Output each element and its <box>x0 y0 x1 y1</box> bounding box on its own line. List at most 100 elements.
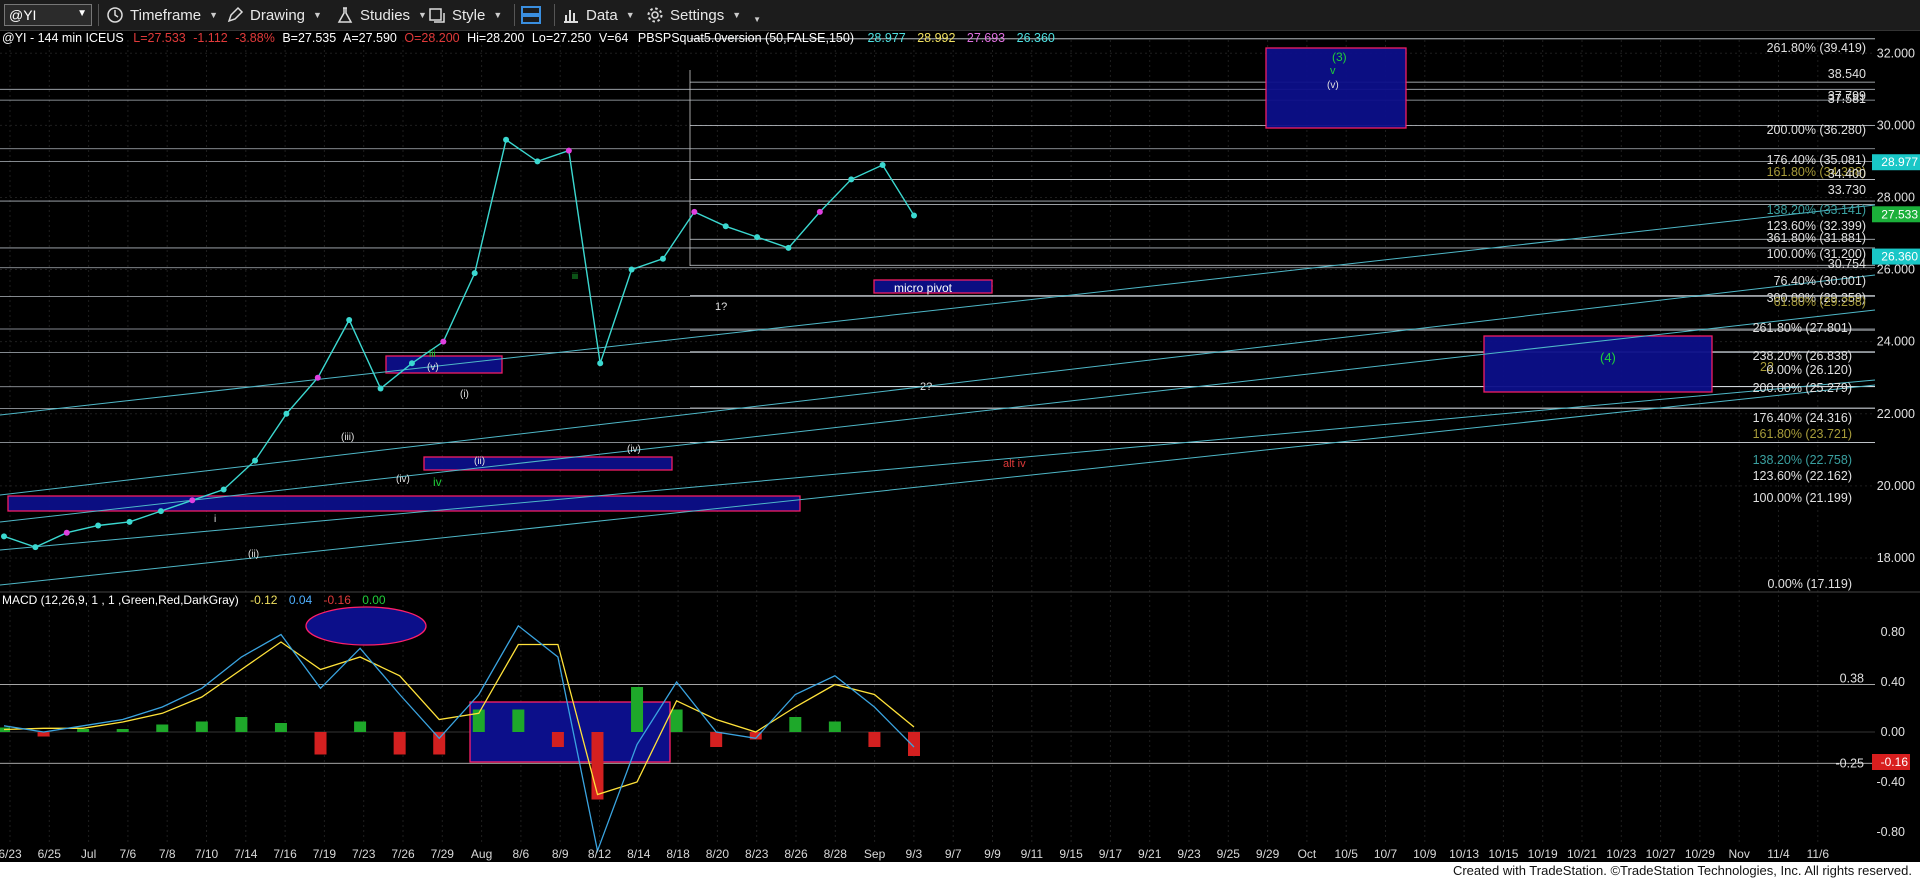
price-point <box>754 234 761 241</box>
macd-histogram-bar <box>354 721 367 732</box>
fib-label: 37.581 <box>1828 92 1866 106</box>
date-tick-label: 9/3 <box>906 847 923 861</box>
data-menu[interactable]: Data ▼ <box>562 3 635 27</box>
studies-menu[interactable]: Studies ▼ <box>336 3 427 27</box>
caret-down-icon: ▼ <box>732 10 742 20</box>
fib-label: 138.20% (22.758) <box>1753 453 1852 467</box>
price-point <box>189 497 196 504</box>
price-tag-last: 27.533 <box>1881 207 1918 221</box>
price-point <box>597 360 604 367</box>
date-tick-label: 10/7 <box>1374 847 1398 861</box>
drawing-menu[interactable]: Drawing ▼ <box>226 3 322 27</box>
layout-button[interactable] <box>520 3 548 27</box>
symbol-value: @YI <box>9 7 37 23</box>
price-point <box>785 244 792 251</box>
price-tick-label: 28.000 <box>1877 190 1915 204</box>
last-price: L=27.533 <box>133 31 186 45</box>
pct-change: -3.88% <box>235 31 275 45</box>
fib-label: 261.80% (27.801) <box>1753 321 1852 335</box>
study-name: PBSPSquat5.0version (50,FALSE,150) <box>638 31 854 45</box>
settings-label: Settings <box>670 6 725 24</box>
chevron-down-icon[interactable]: ▼ <box>77 8 87 19</box>
date-tick-label: 8/20 <box>706 847 730 861</box>
toolbar-divider <box>514 4 515 26</box>
wave-i-paren-label: (i) <box>460 389 469 400</box>
price-tick-label: 30.000 <box>1877 118 1915 132</box>
wave-1q-label: 1? <box>715 301 727 313</box>
price-point <box>848 176 855 183</box>
price-point <box>346 317 353 324</box>
macd-histogram-bar <box>908 732 920 756</box>
fib-label: 176.40% (24.316) <box>1753 411 1852 425</box>
open: O=28.200 <box>404 31 459 45</box>
price-tag-study: 28.977 <box>1881 155 1918 169</box>
macd-histogram-bar <box>828 721 841 732</box>
macd-highlight-ellipse <box>305 606 427 646</box>
toolbar-divider <box>554 4 555 26</box>
macd-histogram-bar <box>591 732 604 800</box>
date-tick-label: 9/21 <box>1138 847 1162 861</box>
date-tick-label: 7/29 <box>431 847 455 861</box>
date-tick-label: 10/5 <box>1335 847 1359 861</box>
date-tick-label: 8/23 <box>745 847 769 861</box>
price-tag-study-2: 26.360 <box>1881 250 1918 264</box>
macd-level-label: -0.25 <box>1836 756 1865 770</box>
low: Lo=27.250 <box>532 31 591 45</box>
wave-ii-paren-label: (ii) <box>474 456 485 467</box>
date-tick-label: 7/26 <box>391 847 415 861</box>
macd-histogram-bar <box>393 732 406 755</box>
date-tick-label: 9/23 <box>1177 847 1201 861</box>
wave-iii-label: iii <box>429 349 436 360</box>
wave-v-small-label: (v) <box>427 362 439 373</box>
date-tick-label: Aug <box>471 847 492 861</box>
target-box <box>7 495 801 512</box>
price-point <box>691 208 698 215</box>
drawing-label: Drawing <box>250 6 306 24</box>
grid <box>0 40 1920 845</box>
study-val-1: 28.977 <box>867 31 905 45</box>
settings-menu[interactable]: Settings ▼ ▼ <box>646 3 761 27</box>
macd-histogram-bar <box>551 732 564 747</box>
macd-histogram-bar <box>195 721 208 732</box>
macd-histogram-bar <box>37 732 50 737</box>
wave-iii-top-label: iii <box>572 271 578 281</box>
date-tick-label: 10/23 <box>1606 847 1636 861</box>
price-tick-label: 32.000 <box>1877 46 1915 60</box>
fib-label: 123.60% (22.162) <box>1753 469 1852 483</box>
date-tick-label: Sep <box>864 847 886 861</box>
date-tick-label: 6/25 <box>38 847 62 861</box>
style-icon <box>429 8 445 23</box>
price-point <box>440 338 447 345</box>
macd-line <box>3 624 915 854</box>
date-tick-label: 7/6 <box>120 847 137 861</box>
price-point <box>283 410 290 417</box>
net-change: -1.112 <box>193 31 228 45</box>
date-tick-label: 7/8 <box>159 847 176 861</box>
pencil-icon <box>227 6 244 23</box>
date-tick-label: Jul <box>81 847 96 861</box>
price-point <box>32 544 39 551</box>
caret-down-icon: ▼ <box>313 10 322 20</box>
symbol-input[interactable]: @YI ▼ <box>4 4 92 26</box>
macd-val-3: -0.16 <box>324 593 352 607</box>
copyright-text: Created with TradeStation. ©TradeStation… <box>1452 863 1912 878</box>
price-point <box>95 522 102 529</box>
fib-label: 33.730 <box>1828 183 1866 197</box>
date-tick-label: 10/15 <box>1488 847 1518 861</box>
svg-text:@YI - 144 min ICEUS L=27.: @YI - 144 min ICEUS L=27.533 -1.112 -3.8… <box>2 31 1055 45</box>
date-axis: 6/23 6/25 Jul 7/6 7/8 7/10 7/14 7/16 7/19 7/23 7/2… <box>0 847 1829 861</box>
macd-histogram-bar <box>512 709 525 732</box>
wave-2q-label: 2? <box>920 381 932 393</box>
timeframe-menu[interactable]: Timeframe ▼ <box>106 3 218 27</box>
fib-label: 261.80% (39.419) <box>1767 41 1866 55</box>
price-chart[interactable]: @YI - 144 min ICEUS L=27.533 -1.112 -3.8… <box>0 30 1920 862</box>
more-icon[interactable]: ▼ <box>753 15 761 24</box>
price-point <box>628 266 635 273</box>
date-tick-label: 8/6 <box>513 847 530 861</box>
style-menu[interactable]: Style ▼ <box>428 3 502 27</box>
date-tick-label: 7/10 <box>195 847 219 861</box>
price-point <box>816 208 823 215</box>
price-point <box>314 374 321 381</box>
price-point <box>503 136 510 143</box>
macd-val-4: 0.00 <box>362 593 386 607</box>
